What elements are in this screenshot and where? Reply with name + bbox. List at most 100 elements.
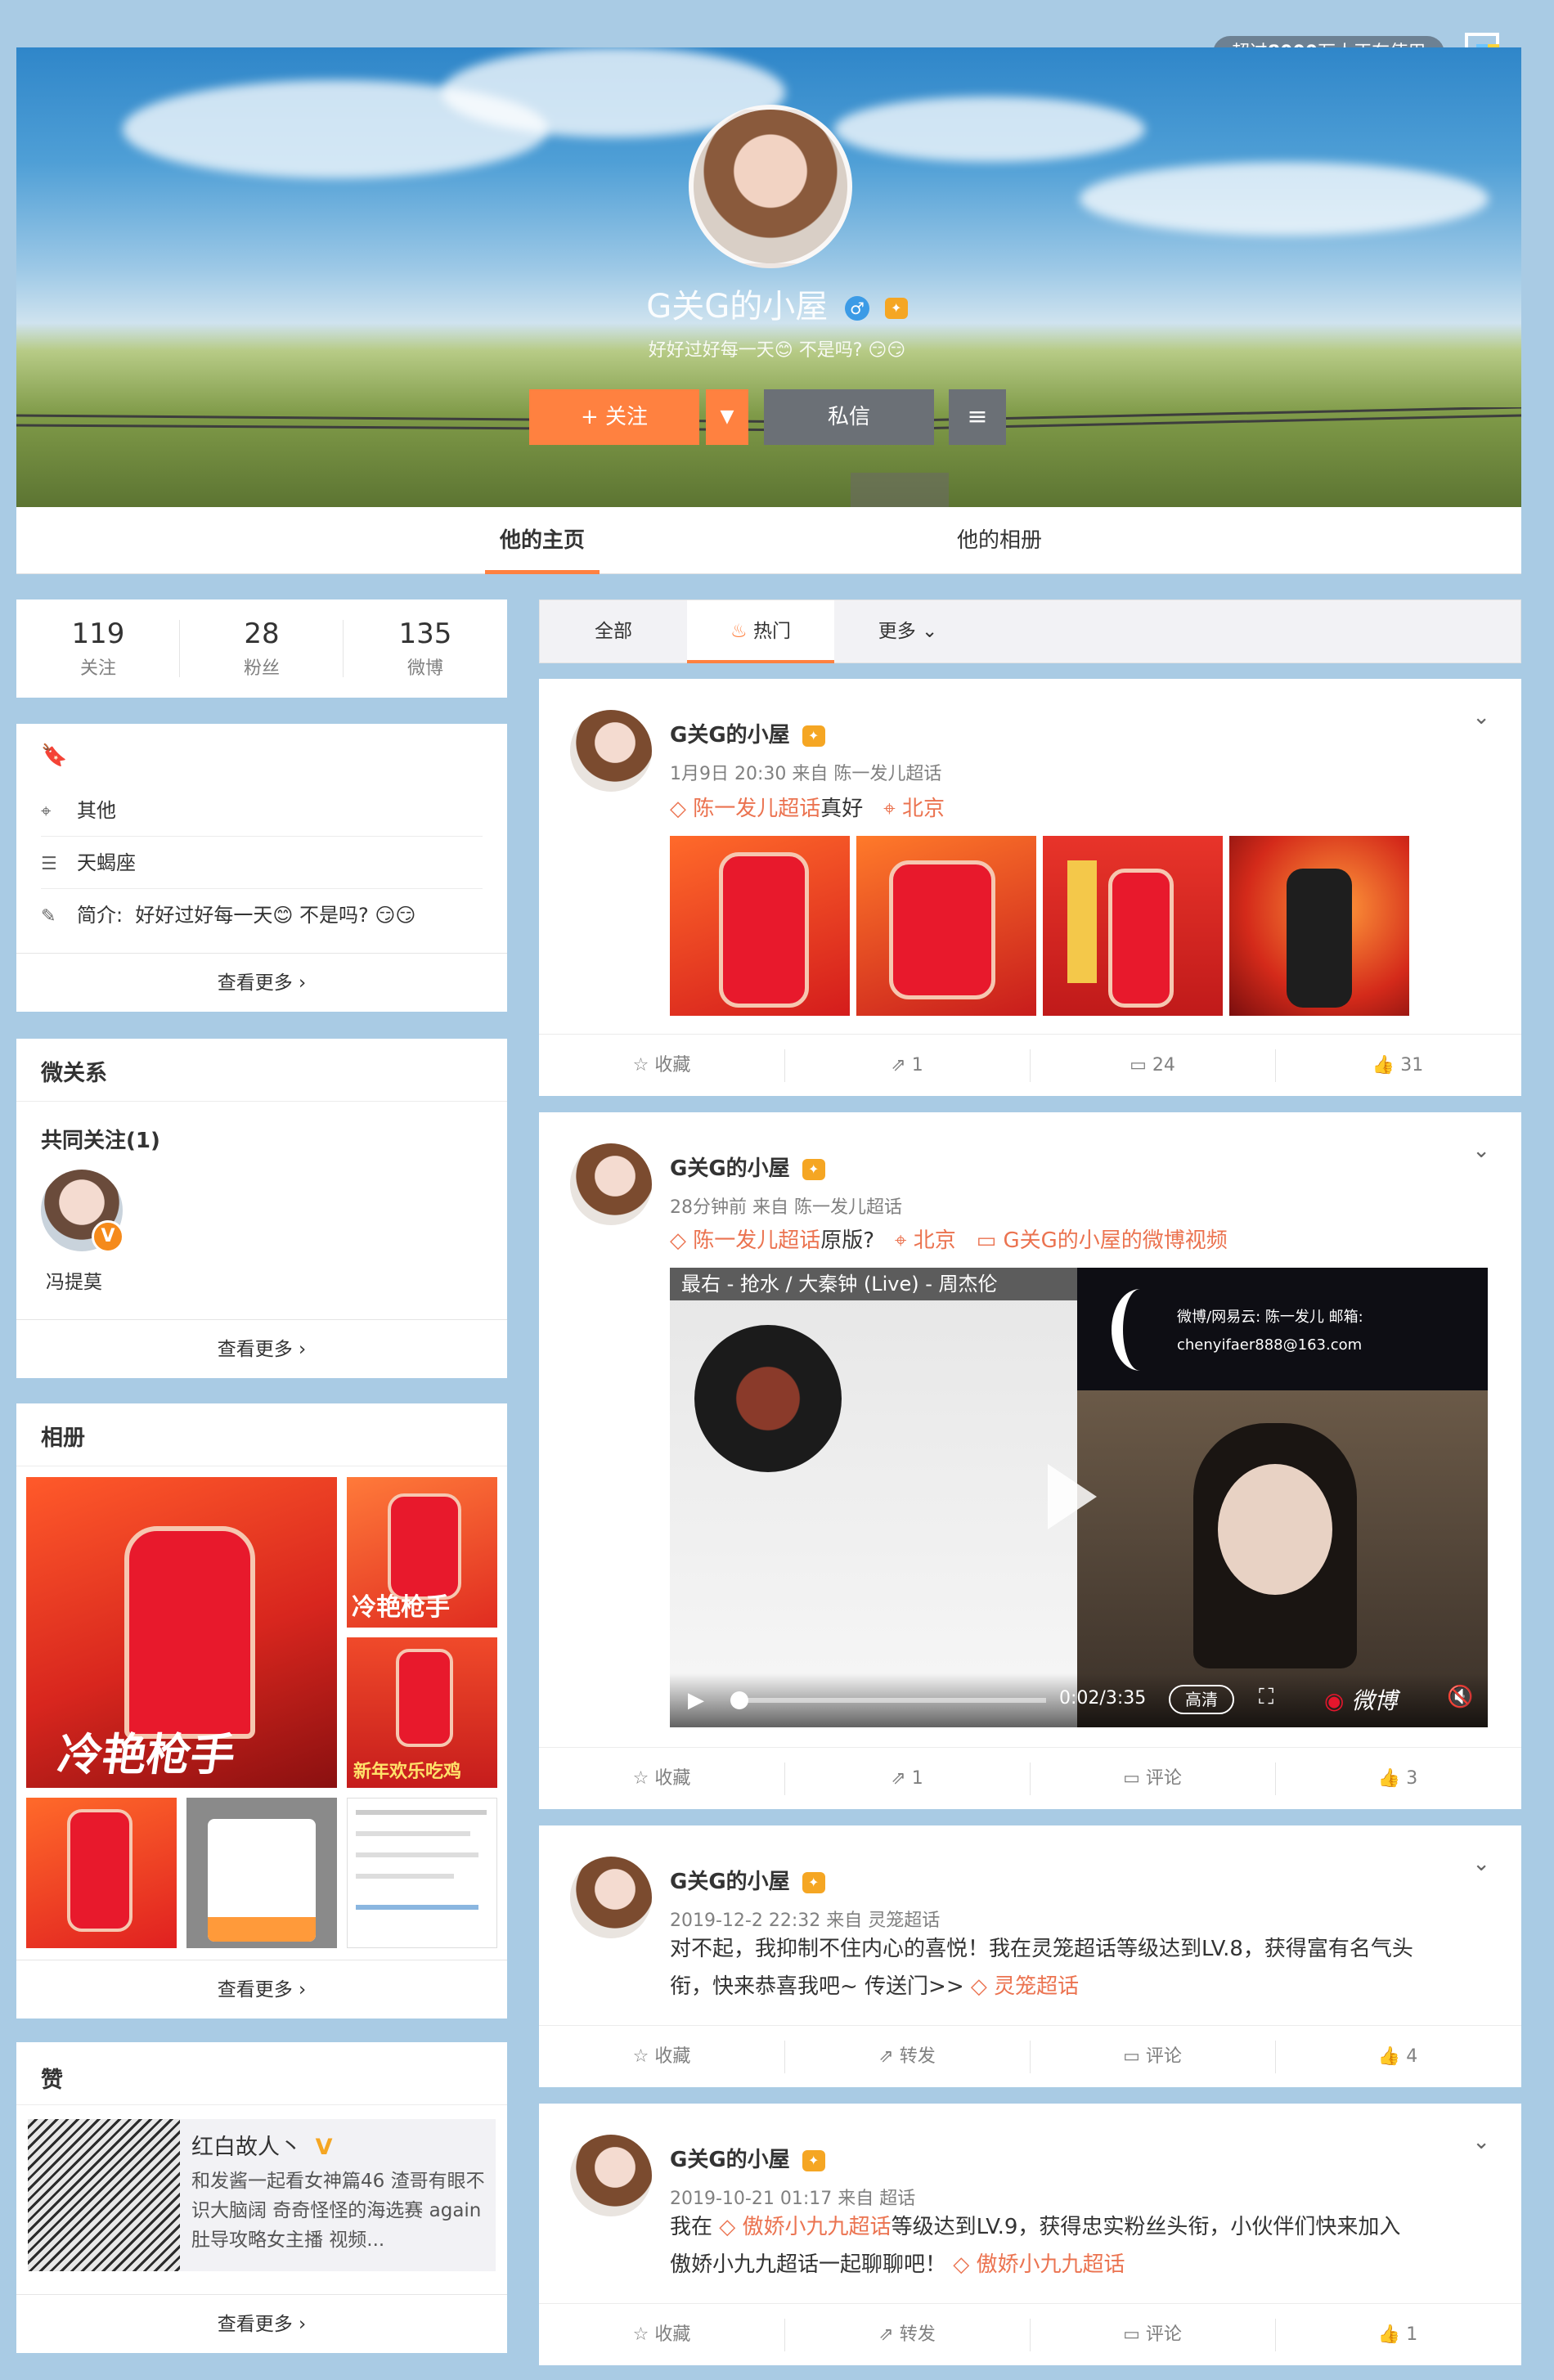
favorite-button[interactable]: ☆ 收藏 xyxy=(539,1748,784,1810)
filter-tab-hot[interactable]: ♨ 热门 xyxy=(687,600,834,663)
post-video-link[interactable]: G关G的小屋的微博视频 xyxy=(1003,1228,1227,1253)
like-button[interactable]: 👍 1 xyxy=(1275,2304,1520,2366)
feed-post: G关G的小屋 ✦ ⌄ 2019-10-21 01:17 来自 超话 我在 ◇ 傲… xyxy=(539,2104,1521,2365)
post-avatar[interactable] xyxy=(570,1143,652,1225)
like-count: 31 xyxy=(1400,1055,1424,1075)
relation-card: 微关系 共同关注(1) V 冯提莫 查看更多 › xyxy=(16,1039,507,1378)
video-progress-track[interactable] xyxy=(735,1698,1046,1703)
post-topic-link[interactable]: 陈一发儿超话 xyxy=(693,797,820,821)
post-location-link[interactable]: 北京 xyxy=(902,797,945,821)
video-quality-button[interactable]: 高清 xyxy=(1169,1685,1234,1714)
album-more-link[interactable]: 查看更多 › xyxy=(16,1960,507,2019)
post-topic-link[interactable]: 傲娇小九九超话 xyxy=(743,2215,892,2239)
stat-following[interactable]: 119 关注 xyxy=(16,617,180,680)
likes-more-label: 查看更多 xyxy=(217,2314,293,2335)
post-author-name: G关G的小屋 xyxy=(670,1156,790,1181)
favorite-button[interactable]: ☆ 收藏 xyxy=(539,1035,784,1097)
caret-down-icon: ▼ xyxy=(720,406,734,427)
post-avatar[interactable] xyxy=(570,1857,652,1938)
repost-button[interactable]: ⇗ 1 xyxy=(784,1035,1030,1097)
comment-label: 评论 xyxy=(1145,2324,1182,2345)
post-image-4[interactable] xyxy=(1229,836,1409,1016)
album-poster-text-2: 冷艳枪手 xyxy=(352,1593,450,1622)
repost-button[interactable]: ⇗ 转发 xyxy=(784,2026,1030,2088)
post-menu-chevron-icon[interactable]: ⌄ xyxy=(1472,2130,1490,2154)
album-photo-1[interactable]: 冷艳枪手 xyxy=(26,1477,337,1788)
album-photo-6[interactable] xyxy=(347,1798,497,1948)
post-image-2[interactable] xyxy=(856,836,1036,1016)
tab-home[interactable]: 他的主页 xyxy=(485,507,600,574)
post-actions: ☆ 收藏 ⇗ 转发 ▭ 评论 👍 1 xyxy=(539,2303,1521,2365)
fire-icon: ♨ xyxy=(730,621,748,642)
post-topic-link[interactable]: 陈一发儿超话 xyxy=(693,1228,820,1253)
liked-post-user[interactable]: 红白故人丶 V xyxy=(191,2129,333,2161)
relation-more-link[interactable]: 查看更多 › xyxy=(16,1319,507,1378)
post-image-3[interactable] xyxy=(1043,836,1223,1016)
profile-avatar[interactable] xyxy=(689,105,852,268)
album-photo-2[interactable]: 冷艳枪手 xyxy=(347,1477,497,1628)
play-overlay-icon[interactable] xyxy=(1048,1464,1097,1529)
post-author[interactable]: G关G的小屋 ✦ xyxy=(670,1152,825,1182)
comment-button[interactable]: ▭ 评论 xyxy=(1030,2026,1275,2088)
post-author[interactable]: G关G的小屋 ✦ xyxy=(670,1865,825,1895)
post-avatar[interactable] xyxy=(570,2135,652,2216)
play-icon[interactable]: ▶ xyxy=(688,1688,704,1713)
post-image-1[interactable] xyxy=(670,836,850,1016)
like-button[interactable]: 👍 4 xyxy=(1275,2026,1520,2088)
profile-name-text: G关G的小屋 xyxy=(646,288,829,326)
post-author[interactable]: G关G的小屋 ✦ xyxy=(670,2143,825,2173)
filter-tab-all[interactable]: 全部 xyxy=(540,600,687,662)
favorite-button[interactable]: ☆ 收藏 xyxy=(539,2026,784,2088)
post-topic-link-2[interactable]: 傲娇小九九超话 xyxy=(977,2252,1125,2277)
album-photo-3[interactable]: 新年欢乐吃鸡 xyxy=(347,1637,497,1788)
post-author-name: G关G的小屋 xyxy=(670,2148,790,2172)
member-badge-icon: ✦ xyxy=(802,2149,825,2171)
post-menu-chevron-icon[interactable]: ⌄ xyxy=(1472,1138,1490,1163)
follow-button[interactable]: + 关注 xyxy=(529,389,699,445)
info-more-link[interactable]: 查看更多 › xyxy=(16,953,507,1012)
feed-post: G关G的小屋 ✦ ⌄ 1月9日 20:30 来自 陈一发儿超话 ◇ 陈一发儿超话… xyxy=(539,679,1521,1096)
chevron-right-icon: › xyxy=(299,1979,307,2001)
liked-post-text: 和发酱一起看女神篇46 渣哥有眼不识大脑阔 奇奇怪怪的海选赛 again 肚导攻… xyxy=(191,2171,485,2251)
post-topic-link[interactable]: 灵笼超话 xyxy=(994,1974,1079,1999)
favorite-button[interactable]: ☆ 收藏 xyxy=(539,2304,784,2366)
likes-more-link[interactable]: 查看更多 › xyxy=(16,2294,507,2353)
comment-button[interactable]: ▭ 评论 xyxy=(1030,2304,1275,2366)
tab-album[interactable]: 他的相册 xyxy=(942,507,1057,574)
follow-dropdown-button[interactable]: ▼ xyxy=(706,389,748,445)
stat-posts[interactable]: 135 微博 xyxy=(344,617,507,680)
weibo-logo-text: 微博 xyxy=(1351,1687,1398,1714)
comment-button[interactable]: ▭ 24 xyxy=(1030,1035,1275,1097)
album-photo-4[interactable] xyxy=(26,1798,177,1948)
filter-tab-more[interactable]: 更多 ⌄ xyxy=(834,600,981,662)
post-menu-chevron-icon[interactable]: ⌄ xyxy=(1472,1852,1490,1876)
post-menu-chevron-icon[interactable]: ⌄ xyxy=(1472,705,1490,730)
stat-fans[interactable]: 28 粉丝 xyxy=(180,617,344,680)
info-more-label: 查看更多 xyxy=(217,972,293,994)
video-progress-handle[interactable] xyxy=(730,1691,748,1709)
like-button[interactable]: 👍 3 xyxy=(1275,1748,1520,1810)
post-body: 原版? xyxy=(820,1228,875,1253)
more-menu-button[interactable]: ≡ xyxy=(949,389,1006,445)
like-button[interactable]: 👍 31 xyxy=(1275,1035,1520,1097)
post-location-link[interactable]: 北京 xyxy=(914,1228,956,1253)
mute-icon[interactable]: 🔇 xyxy=(1447,1685,1473,1709)
repost-button[interactable]: ⇗ 转发 xyxy=(784,2304,1030,2366)
like-count: 1 xyxy=(1406,2324,1418,2345)
post-author[interactable]: G关G的小屋 ✦ xyxy=(670,718,825,748)
album-photo-5[interactable] xyxy=(186,1798,337,1948)
fullscreen-icon[interactable]: ⛶ xyxy=(1259,1685,1273,1710)
post-avatar[interactable] xyxy=(570,710,652,792)
liked-post-item[interactable]: 红白故人丶 V 和发酱一起看女神篇46 渣哥有眼不识大脑阔 奇奇怪怪的海选赛 a… xyxy=(28,2119,496,2271)
post-author-name: G关G的小屋 xyxy=(670,1870,790,1894)
album-card: 相册 冷艳枪手 冷艳枪手 新年欢乐吃鸡 查看更多 › xyxy=(16,1403,507,2019)
member-badge-icon[interactable]: ✦ xyxy=(884,298,908,319)
repost-button[interactable]: ⇗ 1 xyxy=(784,1748,1030,1810)
verified-v-icon: V xyxy=(315,2135,333,2160)
video-player[interactable]: 最右 - 抢水 / 大秦钟 (Live) - 周杰伦 微博/网易云: 陈一发儿 … xyxy=(670,1268,1488,1727)
message-button[interactable]: 私信 xyxy=(764,389,934,445)
repost-count: 1 xyxy=(911,1768,923,1789)
star-icon: ☆ xyxy=(632,2324,649,2345)
friend-name[interactable]: 冯提莫 xyxy=(46,1266,102,1294)
comment-button[interactable]: ▭ 评论 xyxy=(1030,1748,1275,1810)
